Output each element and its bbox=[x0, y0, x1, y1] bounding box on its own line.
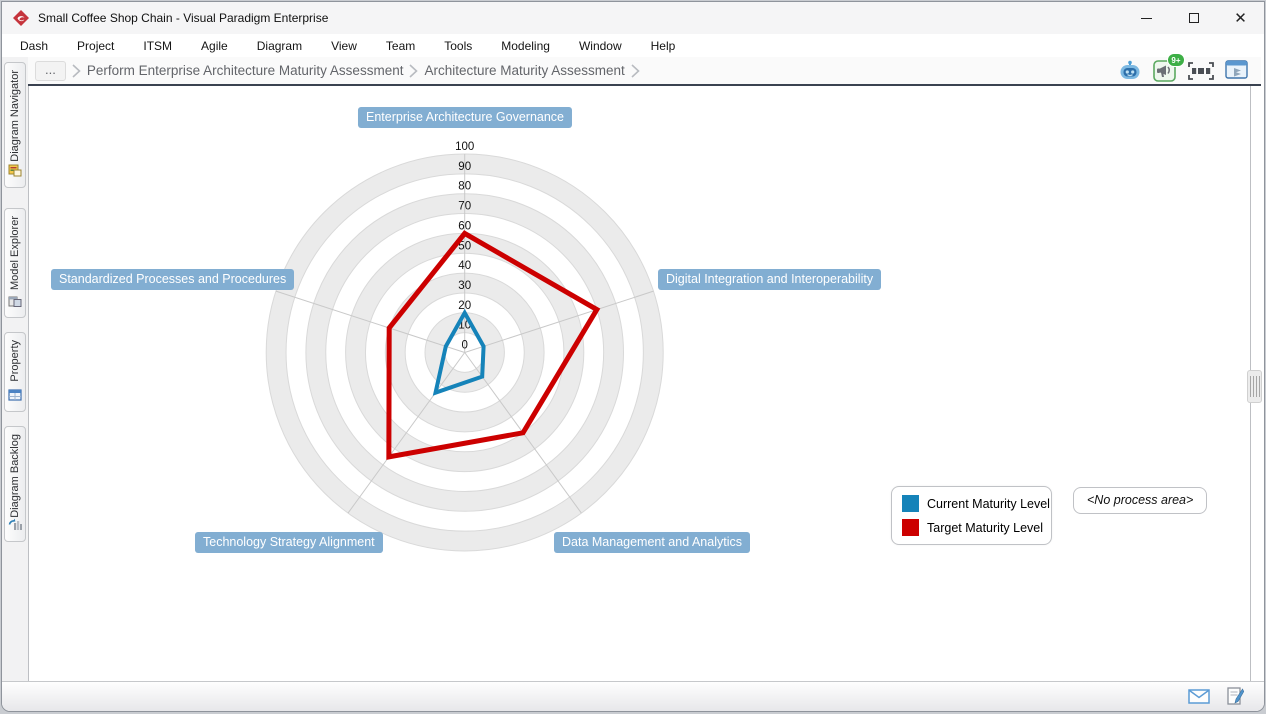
compose-note-icon[interactable] bbox=[1227, 687, 1244, 706]
radar-axis-label-technology-strategy-alignment[interactable]: Technology Strategy Alignment bbox=[195, 532, 383, 553]
legend-item-target-maturity-level: Target Maturity Level bbox=[902, 519, 1041, 536]
legend-label: Current Maturity Level bbox=[927, 497, 1050, 511]
model-explorer-icon bbox=[8, 294, 22, 312]
diagram-backlog-icon bbox=[8, 518, 22, 536]
menu-item-help[interactable]: Help bbox=[651, 39, 676, 53]
radar-tick-label: 80 bbox=[458, 181, 471, 193]
toolbar-icons: 9+ bbox=[1118, 59, 1248, 82]
menu-item-dash[interactable]: Dash bbox=[20, 39, 48, 53]
radar-chart[interactable]: 0102030405060708090100 bbox=[29, 86, 1252, 683]
breadcrumb-chevron-icon bbox=[408, 63, 419, 79]
diagram-navigator-icon bbox=[8, 164, 22, 182]
menu-item-view[interactable]: View bbox=[331, 39, 357, 53]
window-title: Small Coffee Shop Chain - Visual Paradig… bbox=[38, 11, 328, 25]
maximize-button[interactable] bbox=[1170, 2, 1217, 34]
menu-item-window[interactable]: Window bbox=[579, 39, 622, 53]
menu-item-itsm[interactable]: ITSM bbox=[143, 39, 172, 53]
panel-splitter-gripper[interactable] bbox=[1247, 370, 1262, 403]
menu-item-project[interactable]: Project bbox=[77, 39, 114, 53]
panel-layout-icon[interactable] bbox=[1225, 60, 1248, 82]
property-icon bbox=[8, 388, 22, 406]
close-icon: ✕ bbox=[1234, 11, 1247, 26]
close-button[interactable]: ✕ bbox=[1217, 2, 1264, 34]
sidebar-tab-diagram-navigator[interactable]: Diagram Navigator bbox=[4, 62, 26, 188]
radar-tick-label: 100 bbox=[455, 141, 474, 153]
visual-paradigm-logo-icon bbox=[13, 10, 29, 26]
legend-swatch bbox=[902, 519, 919, 536]
sidebar-tab-label: Diagram Navigator bbox=[9, 70, 21, 162]
sidebar-tab-diagram-backlog[interactable]: Diagram Backlog bbox=[4, 426, 26, 542]
status-bar bbox=[2, 681, 1264, 711]
ai-assistant-robot-icon[interactable] bbox=[1118, 60, 1142, 82]
breadcrumb-ellipsis[interactable]: ... bbox=[35, 61, 66, 81]
announcements-megaphone-icon[interactable]: 9+ bbox=[1153, 59, 1177, 82]
mail-icon[interactable] bbox=[1188, 689, 1210, 704]
sidebar-tab-label: Diagram Backlog bbox=[9, 434, 21, 518]
left-dock: Diagram Navigator Model Explorer Property D… bbox=[2, 57, 28, 681]
process-area-box[interactable]: <No process area> bbox=[1073, 487, 1207, 514]
radar-tick-label: 40 bbox=[458, 260, 471, 272]
menu-item-modeling[interactable]: Modeling bbox=[501, 39, 550, 53]
legend-swatch bbox=[902, 495, 919, 512]
chart-legend[interactable]: Current Maturity Level Target Maturity Le… bbox=[891, 486, 1052, 545]
breadcrumb-item-0[interactable]: Perform Enterprise Architecture Maturity… bbox=[87, 63, 404, 78]
sidebar-tab-label: Model Explorer bbox=[9, 216, 21, 290]
announcements-count-badge: 9+ bbox=[1167, 53, 1185, 67]
diagram-bounds-icon[interactable] bbox=[1188, 62, 1214, 80]
menu-item-team[interactable]: Team bbox=[386, 39, 415, 53]
sidebar-tab-label: Property bbox=[9, 340, 21, 382]
minimize-button[interactable] bbox=[1123, 2, 1170, 34]
breadcrumb: ... Perform Enterprise Architecture Matur… bbox=[28, 61, 1118, 81]
radar-axis-label-data-management-and-analytics[interactable]: Data Management and Analytics bbox=[554, 532, 750, 553]
radar-tick-label: 70 bbox=[458, 201, 471, 213]
diagram-canvas[interactable]: 0102030405060708090100 Enterprise Archit… bbox=[28, 86, 1251, 685]
radar-tick-label: 30 bbox=[458, 280, 471, 292]
minimize-icon bbox=[1141, 18, 1152, 19]
radar-axis-label-standardized-processes-and-procedures[interactable]: Standardized Processes and Procedures bbox=[51, 269, 294, 290]
toolbar-row: ... Perform Enterprise Architecture Matur… bbox=[28, 57, 1261, 86]
breadcrumb-chevron-icon bbox=[630, 63, 641, 79]
legend-label: Target Maturity Level bbox=[927, 521, 1043, 535]
menu-item-tools[interactable]: Tools bbox=[444, 39, 472, 53]
app-window: Small Coffee Shop Chain - Visual Paradig… bbox=[1, 1, 1265, 712]
window-controls: ✕ bbox=[1123, 2, 1264, 34]
radar-axis-label-enterprise-architecture-governance[interactable]: Enterprise Architecture Governance bbox=[358, 107, 572, 128]
menu-bar: Dash Project ITSM Agile Diagram View Team Tools… bbox=[2, 34, 1264, 57]
radar-tick-label: 0 bbox=[461, 340, 467, 352]
radar-tick-label: 90 bbox=[458, 161, 471, 173]
breadcrumb-item-1[interactable]: Architecture Maturity Assessment bbox=[424, 63, 624, 78]
legend-item-current-maturity-level: Current Maturity Level bbox=[902, 495, 1041, 512]
sidebar-tab-model-explorer[interactable]: Model Explorer bbox=[4, 208, 26, 318]
breadcrumb-chevron-icon bbox=[71, 63, 82, 79]
sidebar-tab-property[interactable]: Property bbox=[4, 332, 26, 412]
maximize-icon bbox=[1189, 13, 1199, 23]
titlebar: Small Coffee Shop Chain - Visual Paradig… bbox=[2, 2, 1264, 34]
menu-item-agile[interactable]: Agile bbox=[201, 39, 228, 53]
menu-item-diagram[interactable]: Diagram bbox=[257, 39, 302, 53]
radar-axis-label-digital-integration-and-interoperability[interactable]: Digital Integration and Interoperability bbox=[658, 269, 881, 290]
